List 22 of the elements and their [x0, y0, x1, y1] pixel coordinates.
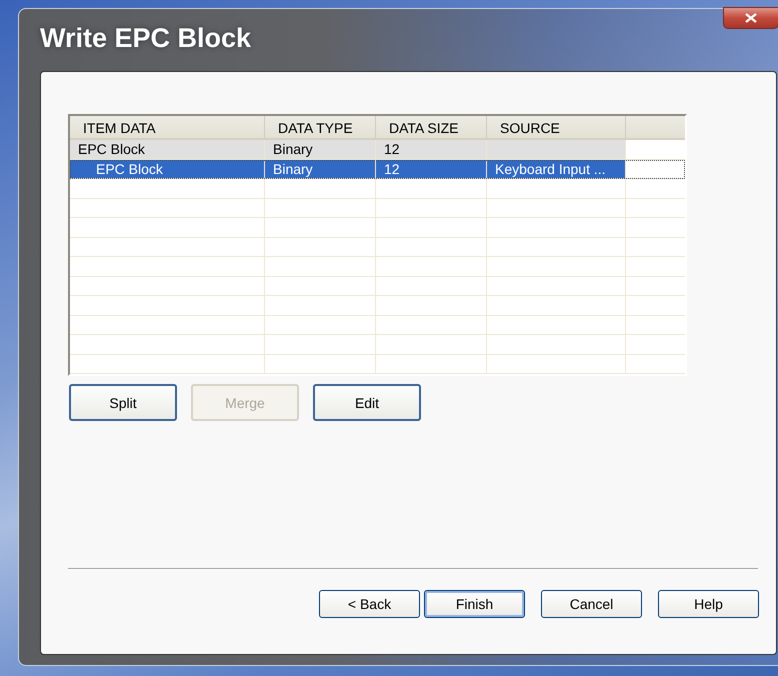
window-title: Write EPC Block [40, 23, 252, 54]
action-button[interactable]: Edit [313, 384, 421, 421]
table-cell: 12 [384, 160, 400, 176]
wizard-button[interactable]: Finish [424, 590, 525, 618]
table-cell: Keyboard Input ... [495, 160, 606, 176]
column-header[interactable]: DATA TYPE [265, 116, 376, 138]
close-icon [745, 13, 757, 23]
table-cell: Binary [273, 160, 313, 176]
wizard-button[interactable]: < Back [319, 590, 420, 618]
column-header[interactable]: SOURCE [487, 116, 626, 138]
table-row[interactable]: EPC Block Binary 12 [70, 140, 685, 160]
table-cell: 12 [384, 141, 400, 157]
action-button[interactable]: Split [69, 384, 177, 421]
column-header[interactable]: ITEM DATA [70, 116, 265, 138]
column-header[interactable]: DATA SIZE [376, 116, 487, 138]
wizard-button[interactable]: Help [658, 590, 759, 618]
close-button[interactable] [723, 7, 778, 29]
wizard-button[interactable]: Cancel [541, 590, 642, 618]
table-cell: Binary [273, 141, 313, 157]
table-cell: EPC Block [96, 160, 163, 176]
table-cell: EPC Block [78, 141, 145, 157]
table-row[interactable]: EPC Block Binary 12 Keyboard Input ... [70, 160, 685, 179]
